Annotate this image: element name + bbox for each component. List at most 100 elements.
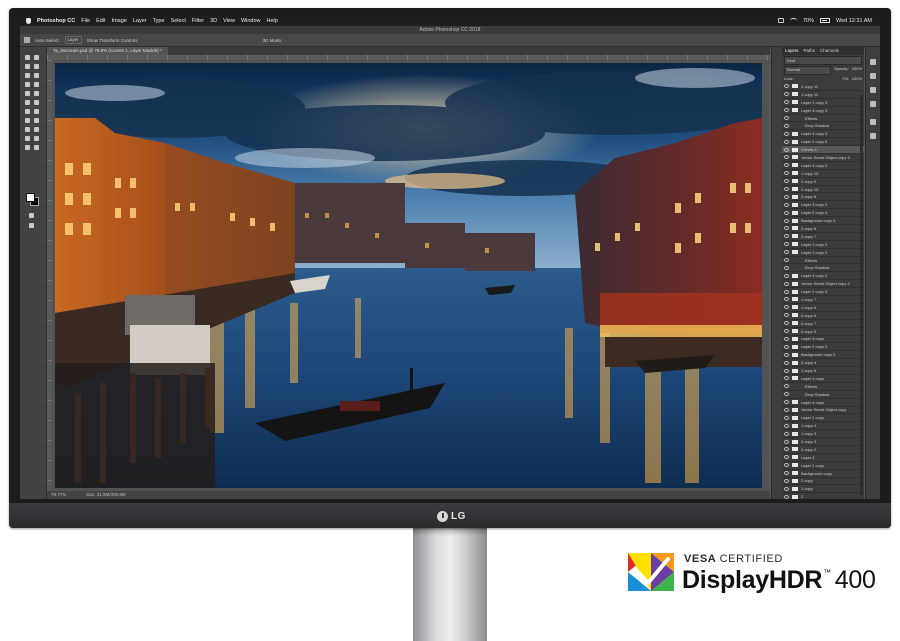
menu-edit[interactable]: Edit (96, 18, 105, 24)
layer-row[interactable]: Drop Shadow (782, 264, 864, 273)
brush-settings-icon[interactable] (870, 101, 876, 107)
layer-row[interactable]: 2 copy 11 (782, 83, 864, 91)
layer-row[interactable]: Layer 3 copy 3 (782, 107, 864, 115)
layer-row[interactable]: 1 copy 6 (782, 304, 864, 312)
visibility-eye-icon[interactable] (784, 439, 789, 444)
layer-row[interactable]: 1 copy 4 (782, 422, 864, 431)
layer-row[interactable]: Background copy 2 (782, 351, 864, 360)
layer-row[interactable]: 2 copy 5 (782, 328, 864, 336)
gradient-icon[interactable] (25, 109, 30, 114)
blur-icon[interactable] (34, 109, 39, 114)
layer-row[interactable]: Effects (782, 257, 864, 265)
visibility-eye-icon[interactable] (784, 273, 789, 278)
fill-value[interactable]: 100% (852, 76, 862, 82)
layer-row[interactable]: Layer 1 copy 2 (782, 249, 864, 257)
dodge-icon[interactable] (25, 118, 30, 123)
battery-icon[interactable] (820, 18, 831, 23)
visibility-eye-icon[interactable] (784, 376, 789, 381)
quick-select-icon[interactable] (25, 73, 30, 78)
visibility-eye-icon[interactable] (784, 179, 789, 184)
tab-channels[interactable]: Channels (820, 47, 839, 55)
menu-window[interactable]: Window (241, 18, 261, 24)
layer-filter-kind[interactable]: Kind (784, 56, 862, 65)
layer-row[interactable]: Layer 4 copy 2 (782, 162, 864, 170)
visibility-eye-icon[interactable] (784, 455, 789, 460)
layer-row[interactable]: 2 copy 3 (782, 438, 864, 446)
visibility-eye-icon[interactable] (784, 226, 789, 231)
visibility-eye-icon[interactable] (784, 187, 789, 192)
layer-row[interactable]: Layer 1 copy (782, 375, 864, 383)
ruler-horizontal[interactable] (47, 55, 770, 60)
layer-row[interactable]: 2 copy 7 (782, 233, 864, 241)
visibility-eye-icon[interactable] (784, 123, 789, 128)
layer-row[interactable]: 2 copy 9 (782, 178, 864, 186)
visibility-eye-icon[interactable] (784, 415, 789, 420)
zoom-icon[interactable] (25, 145, 30, 150)
visibility-eye-icon[interactable] (784, 321, 789, 326)
layer-row[interactable]: Layer 1 copy 3 (782, 99, 864, 107)
artboard-icon[interactable] (34, 55, 39, 60)
adjustments-icon[interactable] (870, 59, 876, 65)
zoom-level[interactable]: 79.77% (51, 491, 66, 499)
layer-row[interactable]: 1 copy 7 (782, 296, 864, 304)
layer-row[interactable]: Background copy (782, 470, 864, 478)
visibility-eye-icon[interactable] (784, 116, 789, 120)
layer-row[interactable]: 2 copy (782, 478, 864, 486)
menu-help[interactable]: Help (267, 18, 278, 24)
visibility-eye-icon[interactable] (784, 471, 789, 476)
layer-row[interactable]: 1 copy 3 (782, 430, 864, 439)
clock[interactable]: Wed 12:31 AM (836, 18, 872, 24)
visibility-eye-icon[interactable] (784, 400, 789, 405)
pen-icon[interactable] (34, 118, 39, 123)
show-transform-controls[interactable]: Show Transform Controls (87, 38, 138, 43)
layer-row[interactable]: 2 copy 2 (782, 446, 864, 454)
marquee-icon[interactable] (25, 64, 30, 69)
apple-icon[interactable] (26, 17, 31, 24)
layer-row[interactable]: 2 copy 6 (782, 312, 864, 320)
layer-row[interactable]: 2 (782, 493, 864, 499)
visibility-eye-icon[interactable] (784, 336, 789, 341)
crop-icon[interactable] (34, 73, 39, 78)
visibility-eye-icon[interactable] (784, 289, 789, 294)
visibility-eye-icon[interactable] (784, 447, 789, 452)
visibility-eye-icon[interactable] (784, 202, 789, 207)
layer-row[interactable]: Layer 1 copy 2 (782, 241, 864, 249)
eyedropper-icon[interactable] (25, 82, 30, 87)
path-select-icon[interactable] (34, 127, 39, 132)
quick-mask-icon[interactable] (29, 213, 34, 218)
visibility-eye-icon[interactable] (784, 281, 789, 286)
layer-row[interactable]: Effects (782, 383, 864, 391)
tab-paths[interactable]: Paths (804, 47, 816, 55)
layer-row[interactable]: Vector Smart Object copy 3 (782, 154, 864, 162)
visibility-eye-icon[interactable] (784, 84, 789, 89)
visibility-eye-icon[interactable] (784, 171, 789, 176)
move-icon[interactable] (25, 55, 30, 60)
brush-icon[interactable] (25, 91, 30, 96)
visibility-eye-icon[interactable] (784, 368, 789, 373)
visibility-eye-icon[interactable] (784, 478, 789, 483)
layer-row[interactable]: Background copy 3 (782, 217, 864, 226)
properties-icon[interactable] (870, 73, 876, 79)
visibility-eye-icon[interactable] (784, 163, 789, 168)
layer-row[interactable]: Layer 3 copy (782, 336, 864, 344)
layer-row[interactable]: Curves 1 (782, 146, 864, 155)
shape-icon[interactable] (25, 136, 30, 141)
layer-row[interactable]: 1 copy 5 (782, 367, 864, 375)
document-tab[interactable]: 7p_lescream.psd @ 79.8% (Curves 1, Layer… (47, 47, 168, 55)
visibility-eye-icon[interactable] (784, 360, 789, 365)
wifi-icon[interactable] (790, 18, 797, 23)
menu-file[interactable]: File (81, 18, 90, 24)
visibility-eye-icon[interactable] (784, 218, 789, 223)
menu-view[interactable]: View (223, 18, 235, 24)
layer-row[interactable]: Layer 2 copy 4 (782, 209, 864, 218)
layer-row[interactable]: Layer 2 copy 3 (782, 288, 864, 297)
opacity-value[interactable]: 100% (852, 66, 862, 75)
visibility-eye-icon[interactable] (784, 297, 789, 302)
visibility-eye-icon[interactable] (784, 210, 789, 215)
layer-row[interactable]: 2 copy 7 (782, 320, 864, 328)
visibility-eye-icon[interactable] (784, 407, 789, 412)
visibility-eye-icon[interactable] (784, 108, 789, 113)
visibility-eye-icon[interactable] (784, 265, 789, 270)
layer-row[interactable]: Layer 3 copy 2 (782, 201, 864, 210)
visibility-eye-icon[interactable] (784, 494, 789, 499)
